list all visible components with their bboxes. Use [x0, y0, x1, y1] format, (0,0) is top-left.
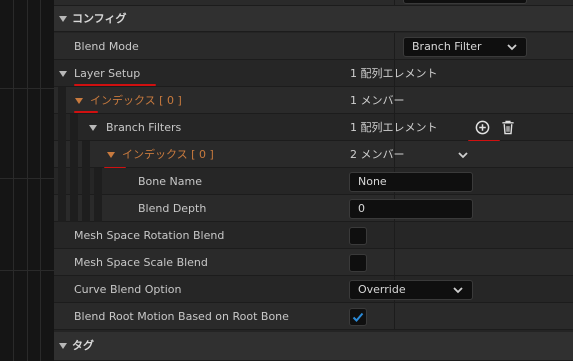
checkmark-icon: [352, 312, 364, 322]
row-curve-blend: Curve Blend Option Override: [54, 276, 573, 303]
curve-blend-value: Override: [358, 283, 406, 296]
row-blend-root-motion: Blend Root Motion Based on Root Bone: [54, 303, 573, 330]
blend-root-motion-label: Blend Root Motion Based on Root Bone: [74, 310, 289, 323]
expand-arrow-icon: [107, 152, 115, 158]
mesh-space-scale-checkbox[interactable]: [349, 254, 367, 272]
row-layer-setup[interactable]: Layer Setup 1 配列エレメント: [54, 60, 573, 87]
blend-mode-dropdown[interactable]: Branch Filter: [403, 37, 527, 57]
section-tags[interactable]: タグ: [54, 332, 573, 361]
annotation-underline: [74, 84, 156, 86]
row-blend-depth: Blend Depth 0: [54, 195, 573, 222]
collapse-arrow-icon: [59, 16, 67, 22]
row-bone-name: Bone Name None: [54, 168, 573, 195]
expand-arrow-icon: [89, 125, 97, 131]
row-mesh-space-scale: Mesh Space Scale Blend: [54, 249, 573, 276]
layer-setup-label: Layer Setup: [74, 67, 141, 80]
blend-root-motion-checkbox[interactable]: [349, 308, 367, 326]
mesh-space-rotation-label: Mesh Space Rotation Blend: [74, 229, 225, 242]
bone-name-label: Bone Name: [138, 175, 202, 188]
row-branch-filters[interactable]: Branch Filters 1 配列エレメント: [54, 114, 573, 141]
bone-name-field[interactable]: None: [349, 172, 473, 192]
blend-depth-field[interactable]: 0: [349, 199, 473, 219]
chevron-down-icon: [507, 44, 517, 51]
row-index-0[interactable]: インデックス [ 0 ] 1 メンバー: [54, 87, 573, 114]
blend-mode-label: Blend Mode: [74, 40, 139, 53]
section-tags-label: タグ: [72, 339, 94, 352]
index-0-inner-label: インデックス [ 0 ]: [122, 148, 214, 161]
branch-filters-label: Branch Filters: [106, 121, 182, 134]
section-config[interactable]: コンフィグ: [54, 6, 573, 32]
expand-arrow-icon: [59, 71, 67, 77]
index-0-label: インデックス [ 0 ]: [90, 94, 182, 107]
curve-blend-label: Curve Blend Option: [74, 283, 182, 296]
mesh-space-rotation-checkbox[interactable]: [349, 227, 367, 245]
blend-mode-value: Branch Filter: [412, 40, 482, 53]
branch-filters-count: 1 配列エレメント: [350, 121, 438, 134]
collapse-arrow-icon: [59, 343, 67, 349]
graph-gutter: [0, 0, 54, 361]
expand-arrow-icon: [75, 98, 83, 104]
index-0-count: 1 メンバー: [350, 94, 405, 107]
layer-setup-count: 1 配列エレメント: [350, 67, 438, 80]
blend-depth-label: Blend Depth: [138, 202, 207, 215]
curve-blend-dropdown[interactable]: Override: [349, 280, 473, 300]
annotation-underline: [74, 111, 98, 113]
chevron-down-icon: [453, 287, 463, 294]
trash-icon[interactable]: [501, 120, 515, 135]
plus-circle-icon[interactable]: [475, 120, 490, 135]
chevron-down-icon[interactable]: [457, 149, 469, 161]
row-blend-mode: Blend Mode Branch Filter: [54, 33, 573, 60]
section-config-label: コンフィグ: [72, 12, 127, 25]
top-partial-field[interactable]: [403, 0, 527, 4]
mesh-space-scale-label: Mesh Space Scale Blend: [74, 256, 208, 269]
row-mesh-space-rotation: Mesh Space Rotation Blend: [54, 222, 573, 249]
row-index-0-inner[interactable]: インデックス [ 0 ] 2 メンバー: [54, 141, 573, 168]
index-0-inner-count: 2 メンバー: [350, 148, 405, 161]
